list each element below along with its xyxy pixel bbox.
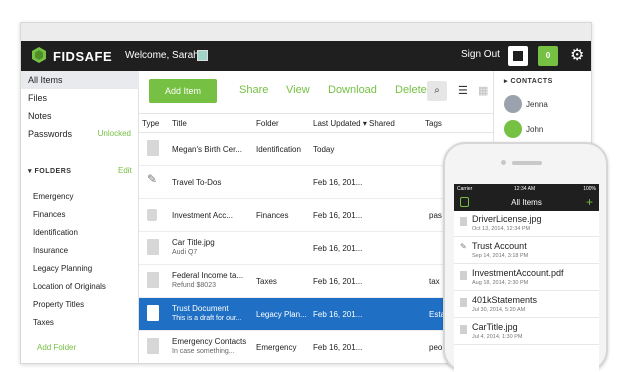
document-icon — [147, 338, 159, 354]
folder-item[interactable]: Identification — [33, 228, 78, 237]
pencil-note-icon: ✎ — [147, 172, 158, 186]
mobile-list-item[interactable]: InvestmentAccount.pdf Aug 18, 2014, 2:30… — [454, 265, 599, 291]
avatar — [504, 95, 522, 113]
table-row[interactable]: Car Title.jpg Audi Q7 Feb 16, 201... — [139, 232, 493, 265]
folder-item[interactable]: Legacy Planning — [33, 264, 92, 273]
mobile-nav-bar: All Items + — [454, 194, 599, 211]
table-header: Type Title Folder Last Updated ▾ Shared … — [139, 113, 493, 133]
folder-item[interactable]: Taxes — [33, 318, 54, 327]
download-button[interactable]: Download — [328, 84, 377, 96]
document-icon — [147, 305, 159, 321]
table-row[interactable]: Investment Acc... Finances Feb 16, 201..… — [139, 199, 493, 232]
sidebar-item-notes[interactable]: Notes — [21, 107, 139, 125]
sidebar: All Items Files Notes Passwords Unlocked… — [21, 71, 139, 363]
document-icon — [460, 325, 467, 334]
share-button[interactable]: Share — [239, 84, 268, 96]
column-last-updated[interactable]: Last Updated ▾ — [313, 119, 367, 128]
list-view-icon[interactable]: ☰ — [458, 84, 468, 97]
brand-name: FIDSAFE — [53, 49, 113, 64]
folder-item[interactable]: Property Titles — [33, 300, 84, 309]
folder-item[interactable]: Finances — [33, 210, 65, 219]
avatar — [504, 120, 522, 138]
fidsafe-logo-icon — [32, 47, 46, 63]
notification-badge[interactable]: 0 — [538, 46, 558, 66]
mobile-status-bar: Carrier 12:34 AM 100% — [454, 184, 599, 194]
column-folder[interactable]: Folder — [256, 119, 279, 128]
unlocked-status: Unlocked — [97, 129, 131, 138]
sidebar-item-files[interactable]: Files — [21, 89, 139, 107]
grid-view-icon[interactable]: ▦ — [478, 84, 488, 97]
top-bar: FIDSAFE Welcome, Sarah Sign Out 0 ⚙ — [21, 41, 591, 71]
document-icon — [147, 272, 159, 288]
contacts-heading: ▸ CONTACTS — [504, 78, 553, 85]
browser-chrome — [21, 23, 591, 41]
table-row-selected[interactable]: Trust Document This is a draft for our..… — [139, 298, 493, 331]
mobile-nav-title: All Items — [511, 198, 542, 207]
add-folder-link[interactable]: Add Folder — [37, 343, 76, 352]
view-button[interactable]: View — [286, 84, 310, 96]
vault-icon[interactable] — [508, 46, 528, 66]
document-icon — [147, 239, 159, 255]
mobile-list-item[interactable]: ✎ Trust Account Sep 14, 2014, 3:18 PM — [454, 238, 599, 264]
folders-heading: ▾ FOLDERS — [28, 168, 72, 175]
folder-item[interactable]: Location of Originals — [33, 282, 106, 291]
gear-icon[interactable]: ⚙ — [570, 47, 584, 65]
camera-icon — [501, 160, 506, 165]
column-title[interactable]: Title — [172, 119, 187, 128]
lock-icon — [147, 209, 157, 221]
speaker-grille — [512, 161, 542, 165]
document-icon — [460, 298, 467, 307]
table-row[interactable]: Megan's Birth Cer... Identification Toda… — [139, 133, 493, 166]
document-icon — [147, 140, 159, 156]
sidebar-item-all-items[interactable]: All Items — [21, 71, 139, 89]
column-type[interactable]: Type — [142, 119, 159, 128]
folder-item[interactable]: Insurance — [33, 246, 68, 255]
sign-out-link[interactable]: Sign Out — [461, 49, 500, 60]
welcome-text: Welcome, Sarah — [125, 50, 199, 61]
mobile-list-item[interactable]: DriverLicense.jpg Oct 13, 2014, 12:34 PM — [454, 211, 599, 237]
column-shared[interactable]: Shared — [369, 119, 395, 128]
mobile-list-item[interactable]: 401kStatements Jul 30, 2014, 5:20 AM — [454, 292, 599, 318]
column-tags[interactable]: Tags — [425, 119, 442, 128]
delete-button[interactable]: Delete — [395, 84, 427, 96]
search-icon[interactable]: ⌕ — [427, 81, 447, 101]
pencil-note-icon: ✎ — [460, 242, 467, 251]
mobile-screen: Carrier 12:34 AM 100% All Items + Driver… — [454, 184, 599, 372]
add-icon[interactable]: + — [586, 195, 593, 209]
table-row[interactable]: Emergency Contacts In case something... … — [139, 331, 493, 363]
edit-folders-link[interactable]: Edit — [118, 166, 132, 175]
table-row[interactable]: Federal Income ta... Refund $8023 Taxes … — [139, 265, 493, 298]
document-icon — [460, 217, 467, 226]
profile-pattern-icon — [197, 50, 208, 61]
add-item-button[interactable]: Add Item — [149, 79, 217, 103]
folder-item[interactable]: Emergency — [33, 192, 73, 201]
sidebar-item-passwords[interactable]: Passwords Unlocked — [21, 125, 139, 143]
mobile-phone: Carrier 12:34 AM 100% All Items + Driver… — [443, 142, 608, 372]
document-icon — [460, 271, 467, 280]
mobile-list-item[interactable]: CarTitle.jpg Jul 4, 2014, 1:30 PM — [454, 319, 599, 345]
table-row[interactable]: ✎ Travel To-Dos Feb 16, 201... — [139, 166, 493, 199]
